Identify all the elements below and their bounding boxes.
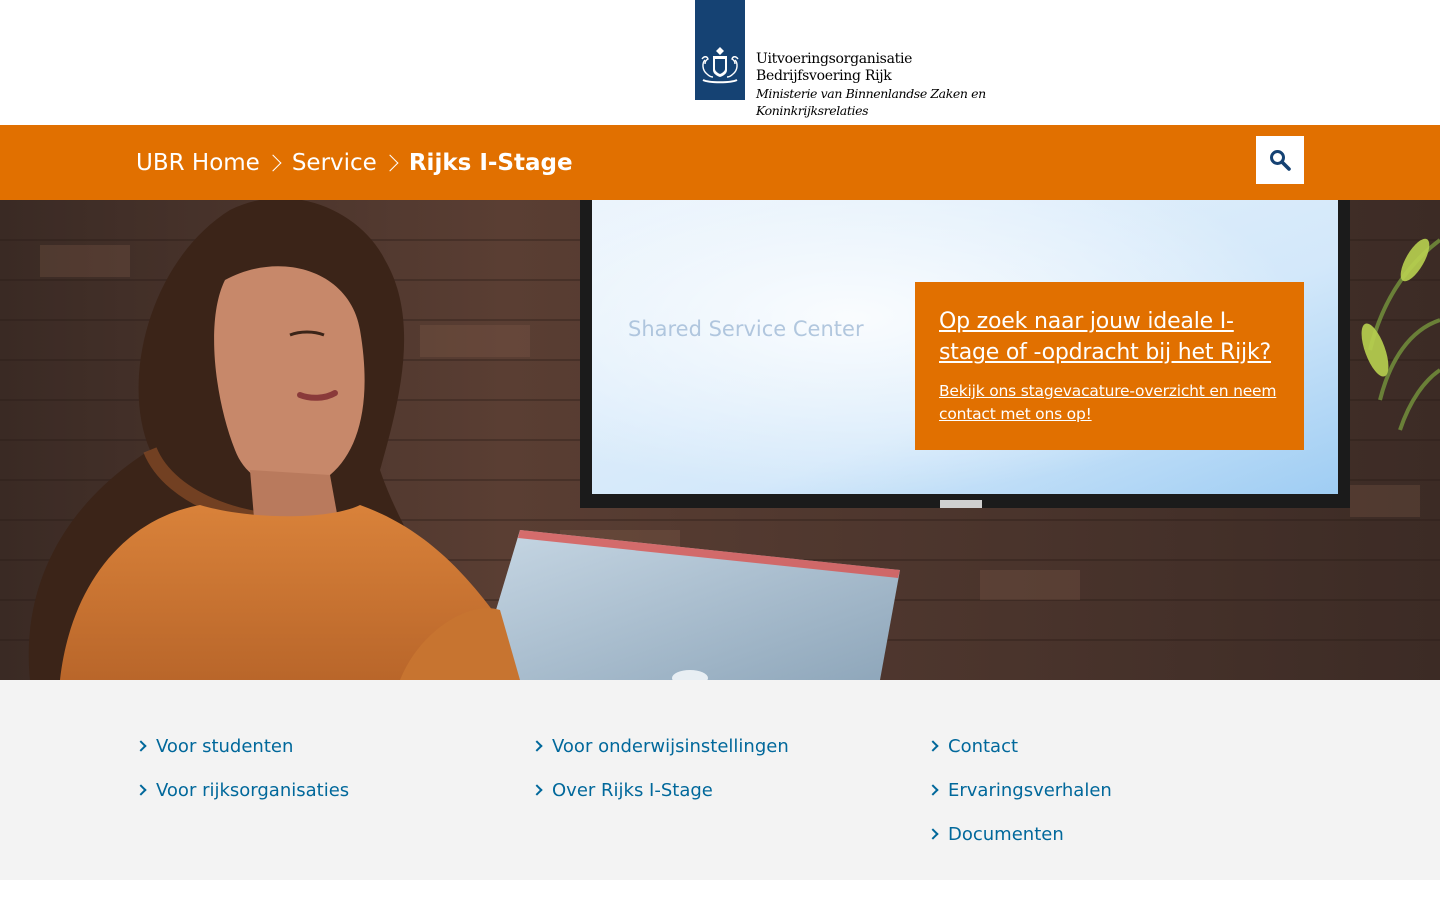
ministry-name: Ministerie van Binnenlandse Zaken en — [756, 86, 986, 101]
quick-links-column-1: Voor studenten Voor rijksorganisaties — [136, 724, 349, 812]
quick-links: Voor studenten Voor rijksorganisaties Vo… — [0, 680, 1440, 880]
internship-callout: Op zoek naar jouw ideale I-stage of -opd… — [915, 282, 1304, 450]
quick-links-column-3: Contact Ervaringsverhalen Documenten — [928, 724, 1112, 856]
link-voor-rijksorganisaties[interactable]: Voor rijksorganisaties — [136, 768, 349, 812]
link-label: Contact — [948, 735, 1019, 757]
link-documenten[interactable]: Documenten — [928, 812, 1112, 856]
organisation-name: Uitvoeringsorganisatie — [756, 51, 913, 67]
chevron-right-icon — [377, 151, 409, 175]
logo-text: Uitvoeringsorganisatie Bedrijfsvoering R… — [756, 51, 986, 119]
link-label: Voor onderwijsinstellingen — [552, 735, 789, 757]
chevron-right-icon — [928, 780, 948, 800]
link-label: Documenten — [948, 823, 1064, 845]
chevron-right-icon — [928, 736, 948, 756]
link-label: Voor studenten — [156, 735, 294, 757]
breadcrumb: UBR Home Service Rijks I-Stage — [136, 125, 573, 200]
organisation-name-line2: Bedrijfsvoering Rijk — [756, 68, 892, 84]
quick-links-column-2: Voor onderwijsinstellingen Over Rijks I-… — [532, 724, 789, 812]
callout-text-link[interactable]: Bekijk ons stagevacature-overzicht en ne… — [939, 380, 1280, 426]
breadcrumb-item-ubr-home[interactable]: UBR Home — [136, 150, 260, 176]
search-button[interactable] — [1256, 136, 1304, 184]
link-label: Over Rijks I-Stage — [552, 779, 713, 801]
chevron-right-icon — [532, 780, 552, 800]
logo-link[interactable] — [695, 0, 745, 100]
chevron-right-icon — [928, 824, 948, 844]
breadcrumb-item-current: Rijks I-Stage — [408, 149, 573, 176]
link-ervaringsverhalen[interactable]: Ervaringsverhalen — [928, 768, 1112, 812]
site-header: Uitvoeringsorganisatie Bedrijfsvoering R… — [0, 0, 1440, 125]
tv-screen-text: Shared Service Center — [628, 317, 864, 341]
breadcrumb-bar: UBR Home Service Rijks I-Stage — [0, 125, 1440, 200]
dutch-coat-of-arms-icon — [701, 47, 739, 84]
chevron-right-icon — [260, 151, 292, 175]
callout-title-link[interactable]: Op zoek naar jouw ideale I-stage of -opd… — [939, 306, 1280, 368]
hero-banner: Shared Service Center Op zoek naar jouw — [0, 200, 1440, 680]
link-contact[interactable]: Contact — [928, 724, 1112, 768]
ministry-name-line2: Koninkrijksrelaties — [756, 103, 869, 118]
search-icon — [1270, 150, 1291, 171]
link-over-rijks-i-stage[interactable]: Over Rijks I-Stage — [532, 768, 789, 812]
breadcrumb-item-service[interactable]: Service — [292, 150, 377, 176]
link-label: Ervaringsverhalen — [948, 779, 1112, 801]
chevron-right-icon — [532, 736, 552, 756]
link-label: Voor rijksorganisaties — [156, 779, 350, 801]
chevron-right-icon — [136, 736, 156, 756]
link-voor-studenten[interactable]: Voor studenten — [136, 724, 349, 768]
chevron-right-icon — [136, 780, 156, 800]
link-voor-onderwijsinstellingen[interactable]: Voor onderwijsinstellingen — [532, 724, 789, 768]
